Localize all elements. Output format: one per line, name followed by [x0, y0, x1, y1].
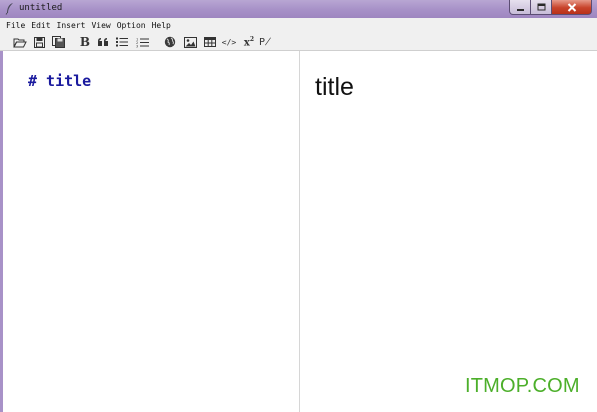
save-as-icon	[51, 36, 65, 48]
image-icon	[183, 36, 197, 48]
close-button[interactable]	[552, 0, 592, 15]
superscript-exponent: 2	[249, 36, 255, 44]
window-controls	[509, 0, 592, 15]
code-label: </>	[221, 37, 237, 47]
save-as-button[interactable]	[50, 35, 66, 49]
bullet-list-icon	[116, 37, 128, 47]
table-button[interactable]	[202, 35, 217, 49]
preview-pane: title	[300, 51, 594, 412]
menu-file[interactable]: File	[3, 19, 28, 33]
editor-text: # title	[28, 72, 92, 90]
close-icon	[567, 2, 577, 12]
quote-button[interactable]	[96, 35, 110, 49]
menu-view[interactable]: View	[88, 19, 113, 33]
bold-label: B	[79, 35, 91, 49]
image-button[interactable]	[182, 35, 198, 49]
svg-text:3: 3	[136, 44, 138, 48]
minimize-icon	[516, 3, 525, 12]
superscript-button[interactable]: x2	[241, 35, 257, 49]
menu-insert[interactable]: Insert	[54, 19, 89, 33]
menu-bar: File Edit Insert View Option Help	[0, 18, 597, 34]
menu-option[interactable]: Option	[114, 19, 149, 33]
globe-icon	[164, 36, 176, 48]
maximize-button[interactable]	[531, 0, 552, 15]
window-title: untitled	[19, 3, 63, 13]
numbered-list-icon: 123	[136, 37, 149, 48]
app-feather-icon	[5, 2, 15, 15]
quote-icon	[97, 37, 109, 47]
bold-button[interactable]: B	[78, 35, 92, 49]
link-button[interactable]	[163, 35, 177, 49]
save-icon	[33, 36, 45, 48]
strikethrough-label: P̸	[258, 36, 272, 48]
watermark: ITMOP.COM	[465, 375, 580, 397]
minimize-button[interactable]	[509, 0, 531, 15]
markdown-editor[interactable]: # title	[3, 51, 299, 412]
code-button[interactable]: </>	[221, 35, 237, 49]
title-bar[interactable]: untitled	[0, 0, 597, 18]
bullet-list-button[interactable]	[115, 35, 129, 49]
menu-help[interactable]: Help	[149, 19, 174, 33]
table-icon	[203, 37, 216, 47]
superscript-label: x2	[244, 33, 254, 50]
toolbar: B 123 </> x2 P̸	[0, 34, 597, 51]
maximize-icon	[537, 3, 546, 12]
open-button[interactable]	[12, 35, 28, 49]
save-button[interactable]	[32, 35, 46, 49]
strikethrough-button[interactable]: P̸	[259, 35, 271, 49]
numbered-list-button[interactable]: 123	[134, 35, 150, 49]
preview-heading: title	[315, 73, 354, 101]
menu-edit[interactable]: Edit	[28, 19, 53, 33]
folder-open-icon	[13, 37, 27, 48]
